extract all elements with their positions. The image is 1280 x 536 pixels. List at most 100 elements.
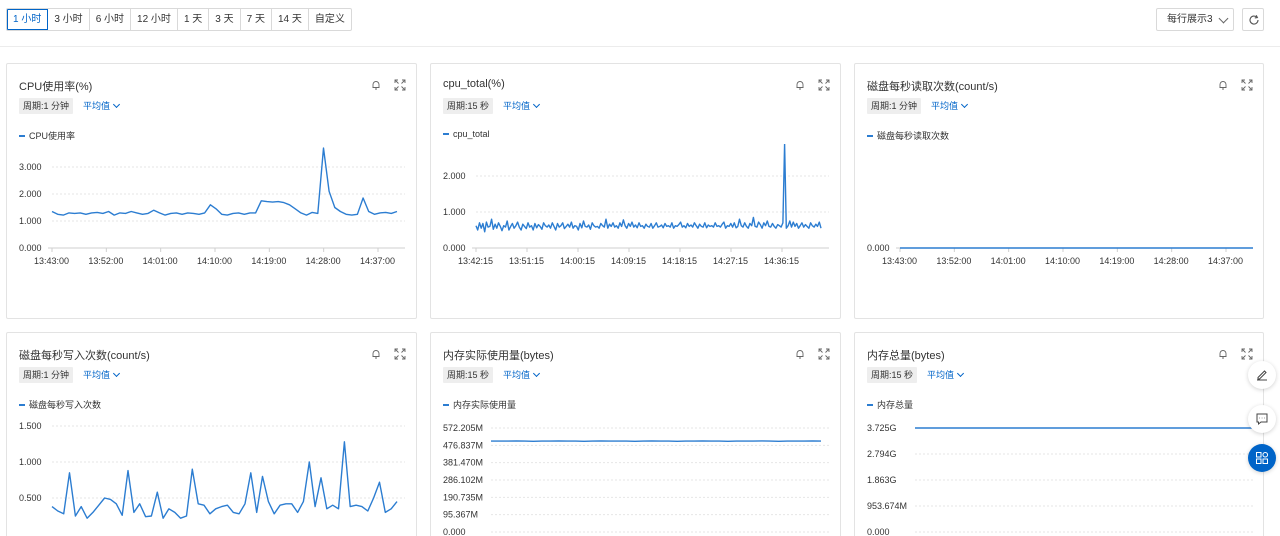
x-tick-label: 13:51:15 [509, 256, 544, 266]
x-tick-label: 14:37:00 [1208, 256, 1243, 266]
line-chart: 1.500 1.000 0.500 [19, 421, 405, 519]
period-tag: 周期:15 秒 [443, 98, 494, 114]
edit-icon [1257, 370, 1267, 381]
chevron-down-icon [112, 100, 121, 109]
legend-label: 磁盘每秒写入次数 [29, 400, 102, 410]
y-tick-label: 0.000 [867, 243, 890, 253]
toolbar-divider [0, 46, 1280, 47]
y-tick-label: 3.000 [19, 162, 42, 172]
y-tick-label: 4.000 [19, 144, 42, 145]
series-line [475, 144, 822, 233]
fullscreen-icon[interactable] [1241, 347, 1253, 360]
range-12h-button[interactable]: 12 小时 [131, 9, 178, 30]
period-tag: 周期:15 秒 [443, 367, 494, 383]
per-row-select[interactable]: 每行展示3 [1156, 8, 1234, 31]
y-tick-label: 381.470M [443, 458, 483, 468]
y-tick-label: 1.500 [19, 421, 42, 431]
aggregation-select[interactable]: 平均值 [83, 367, 121, 383]
x-tick-label: 13:43:00 [882, 256, 917, 266]
chart-legend[interactable]: CPU使用率 [19, 129, 75, 142]
period-tag: 周期:1 分钟 [19, 367, 74, 383]
edit-button[interactable] [1248, 361, 1276, 389]
y-tick-label: 95.367M [443, 510, 478, 520]
legend-label: 内存总量 [877, 400, 914, 410]
legend-swatch [867, 134, 873, 137]
chevron-down-icon [960, 100, 969, 109]
x-tick-label: 13:43:00 [34, 256, 69, 266]
aggregation-select[interactable]: 平均值 [83, 98, 121, 114]
card-title: 内存总量(bytes) [867, 350, 945, 362]
y-tick-label: 3.000 [443, 144, 466, 145]
y-tick-label: 2.000 [19, 189, 42, 199]
x-tick-label: 14:18:15 [662, 256, 697, 266]
bell-icon[interactable] [794, 78, 806, 90]
chart-legend[interactable]: cpu_total [443, 129, 490, 139]
y-tick-label: 0.000 [443, 243, 466, 253]
aggregation-select[interactable]: 平均值 [503, 98, 541, 114]
line-chart: 0.000 13:43:00 13:52:00 14:01:00 14:10:00 14:… [867, 243, 1253, 266]
feedback-button[interactable] [1248, 405, 1276, 433]
chart-legend[interactable]: 内存实际使用量 [443, 398, 516, 411]
range-7d-button[interactable]: 7 天 [241, 9, 272, 30]
metric-card-disk-write: 磁盘每秒写入次数(count/s) 周期:1 分钟 平均值 磁盘每秒写入次数 1… [6, 332, 417, 536]
aggregation-select[interactable]: 平均值 [931, 98, 969, 114]
refresh-button[interactable] [1242, 8, 1264, 31]
fullscreen-icon[interactable] [394, 347, 406, 360]
range-3d-button[interactable]: 3 天 [209, 9, 241, 30]
range-1h-button[interactable]: 1 小时 [7, 9, 49, 30]
chevron-down-icon [1218, 13, 1229, 24]
range-custom-button[interactable]: 自定义 [309, 9, 351, 30]
bell-icon[interactable] [1217, 347, 1229, 359]
series-line [51, 441, 398, 519]
x-tick-label: 14:10:00 [197, 256, 232, 266]
line-chart: 4.000 3.000 2.000 1.000 0.000 13:43:00 13:52:0… [19, 144, 405, 266]
fullscreen-icon[interactable] [818, 78, 830, 91]
aggregation-select[interactable]: 平均值 [503, 367, 541, 383]
card-title: CPU使用率(%) [19, 81, 93, 93]
aggregation-label: 平均值 [503, 101, 531, 111]
apps-icon [1256, 451, 1269, 464]
x-tick-label: 14:19:00 [1099, 256, 1134, 266]
x-tick-label: 14:37:00 [360, 256, 395, 266]
fullscreen-icon[interactable] [818, 347, 830, 360]
legend-label: 内存实际使用量 [453, 400, 517, 410]
x-tick-label: 14:36:15 [764, 256, 799, 266]
y-tick-label: 2.000 [443, 171, 466, 181]
apps-button[interactable] [1248, 444, 1276, 472]
y-tick-label: 0.000 [443, 527, 466, 536]
y-tick-label: 0.000 [19, 243, 42, 253]
toolbar: 1 小时 3 小时 6 小时 12 小时 1 天 3 天 7 天 14 天 自定… [0, 0, 1280, 40]
range-1d-button[interactable]: 1 天 [178, 9, 210, 30]
bell-icon[interactable] [370, 78, 382, 90]
fullscreen-icon[interactable] [394, 78, 406, 91]
x-tick-label: 13:52:00 [936, 256, 971, 266]
bell-icon[interactable] [794, 347, 806, 359]
aggregation-label: 平均值 [83, 370, 111, 380]
chart-legend[interactable]: 磁盘每秒读取次数 [867, 129, 949, 142]
range-3h-button[interactable]: 3 小时 [48, 9, 90, 30]
refresh-icon [1249, 14, 1259, 25]
y-tick-label: 190.735M [443, 492, 483, 502]
legend-swatch [867, 403, 873, 406]
period-tag: 周期:15 秒 [867, 367, 918, 383]
chevron-down-icon [956, 369, 965, 378]
x-tick-label: 14:28:00 [1154, 256, 1189, 266]
legend-label: cpu_total [453, 129, 490, 139]
range-6h-button[interactable]: 6 小时 [90, 9, 132, 30]
fullscreen-icon[interactable] [1241, 78, 1253, 91]
x-tick-label: 14:01:00 [991, 256, 1026, 266]
chart-legend[interactable]: 内存总量 [867, 398, 913, 411]
aggregation-select[interactable]: 平均值 [927, 367, 965, 383]
legend-swatch [19, 403, 25, 406]
per-row-label: 每行展示3 [1167, 14, 1213, 25]
card-title: 内存实际使用量(bytes) [443, 350, 554, 362]
feedback-icon [1256, 413, 1268, 426]
bell-icon[interactable] [1217, 78, 1229, 90]
y-tick-label: 2.794G [867, 449, 897, 459]
aggregation-label: 平均值 [83, 101, 111, 111]
bell-icon[interactable] [370, 347, 382, 359]
range-14d-button[interactable]: 14 天 [272, 9, 309, 30]
x-tick-label: 14:27:15 [713, 256, 748, 266]
chart-legend[interactable]: 磁盘每秒写入次数 [19, 398, 101, 411]
line-chart: 3.725G 2.794G 1.863G 953.674M 0.000 [867, 423, 1253, 536]
